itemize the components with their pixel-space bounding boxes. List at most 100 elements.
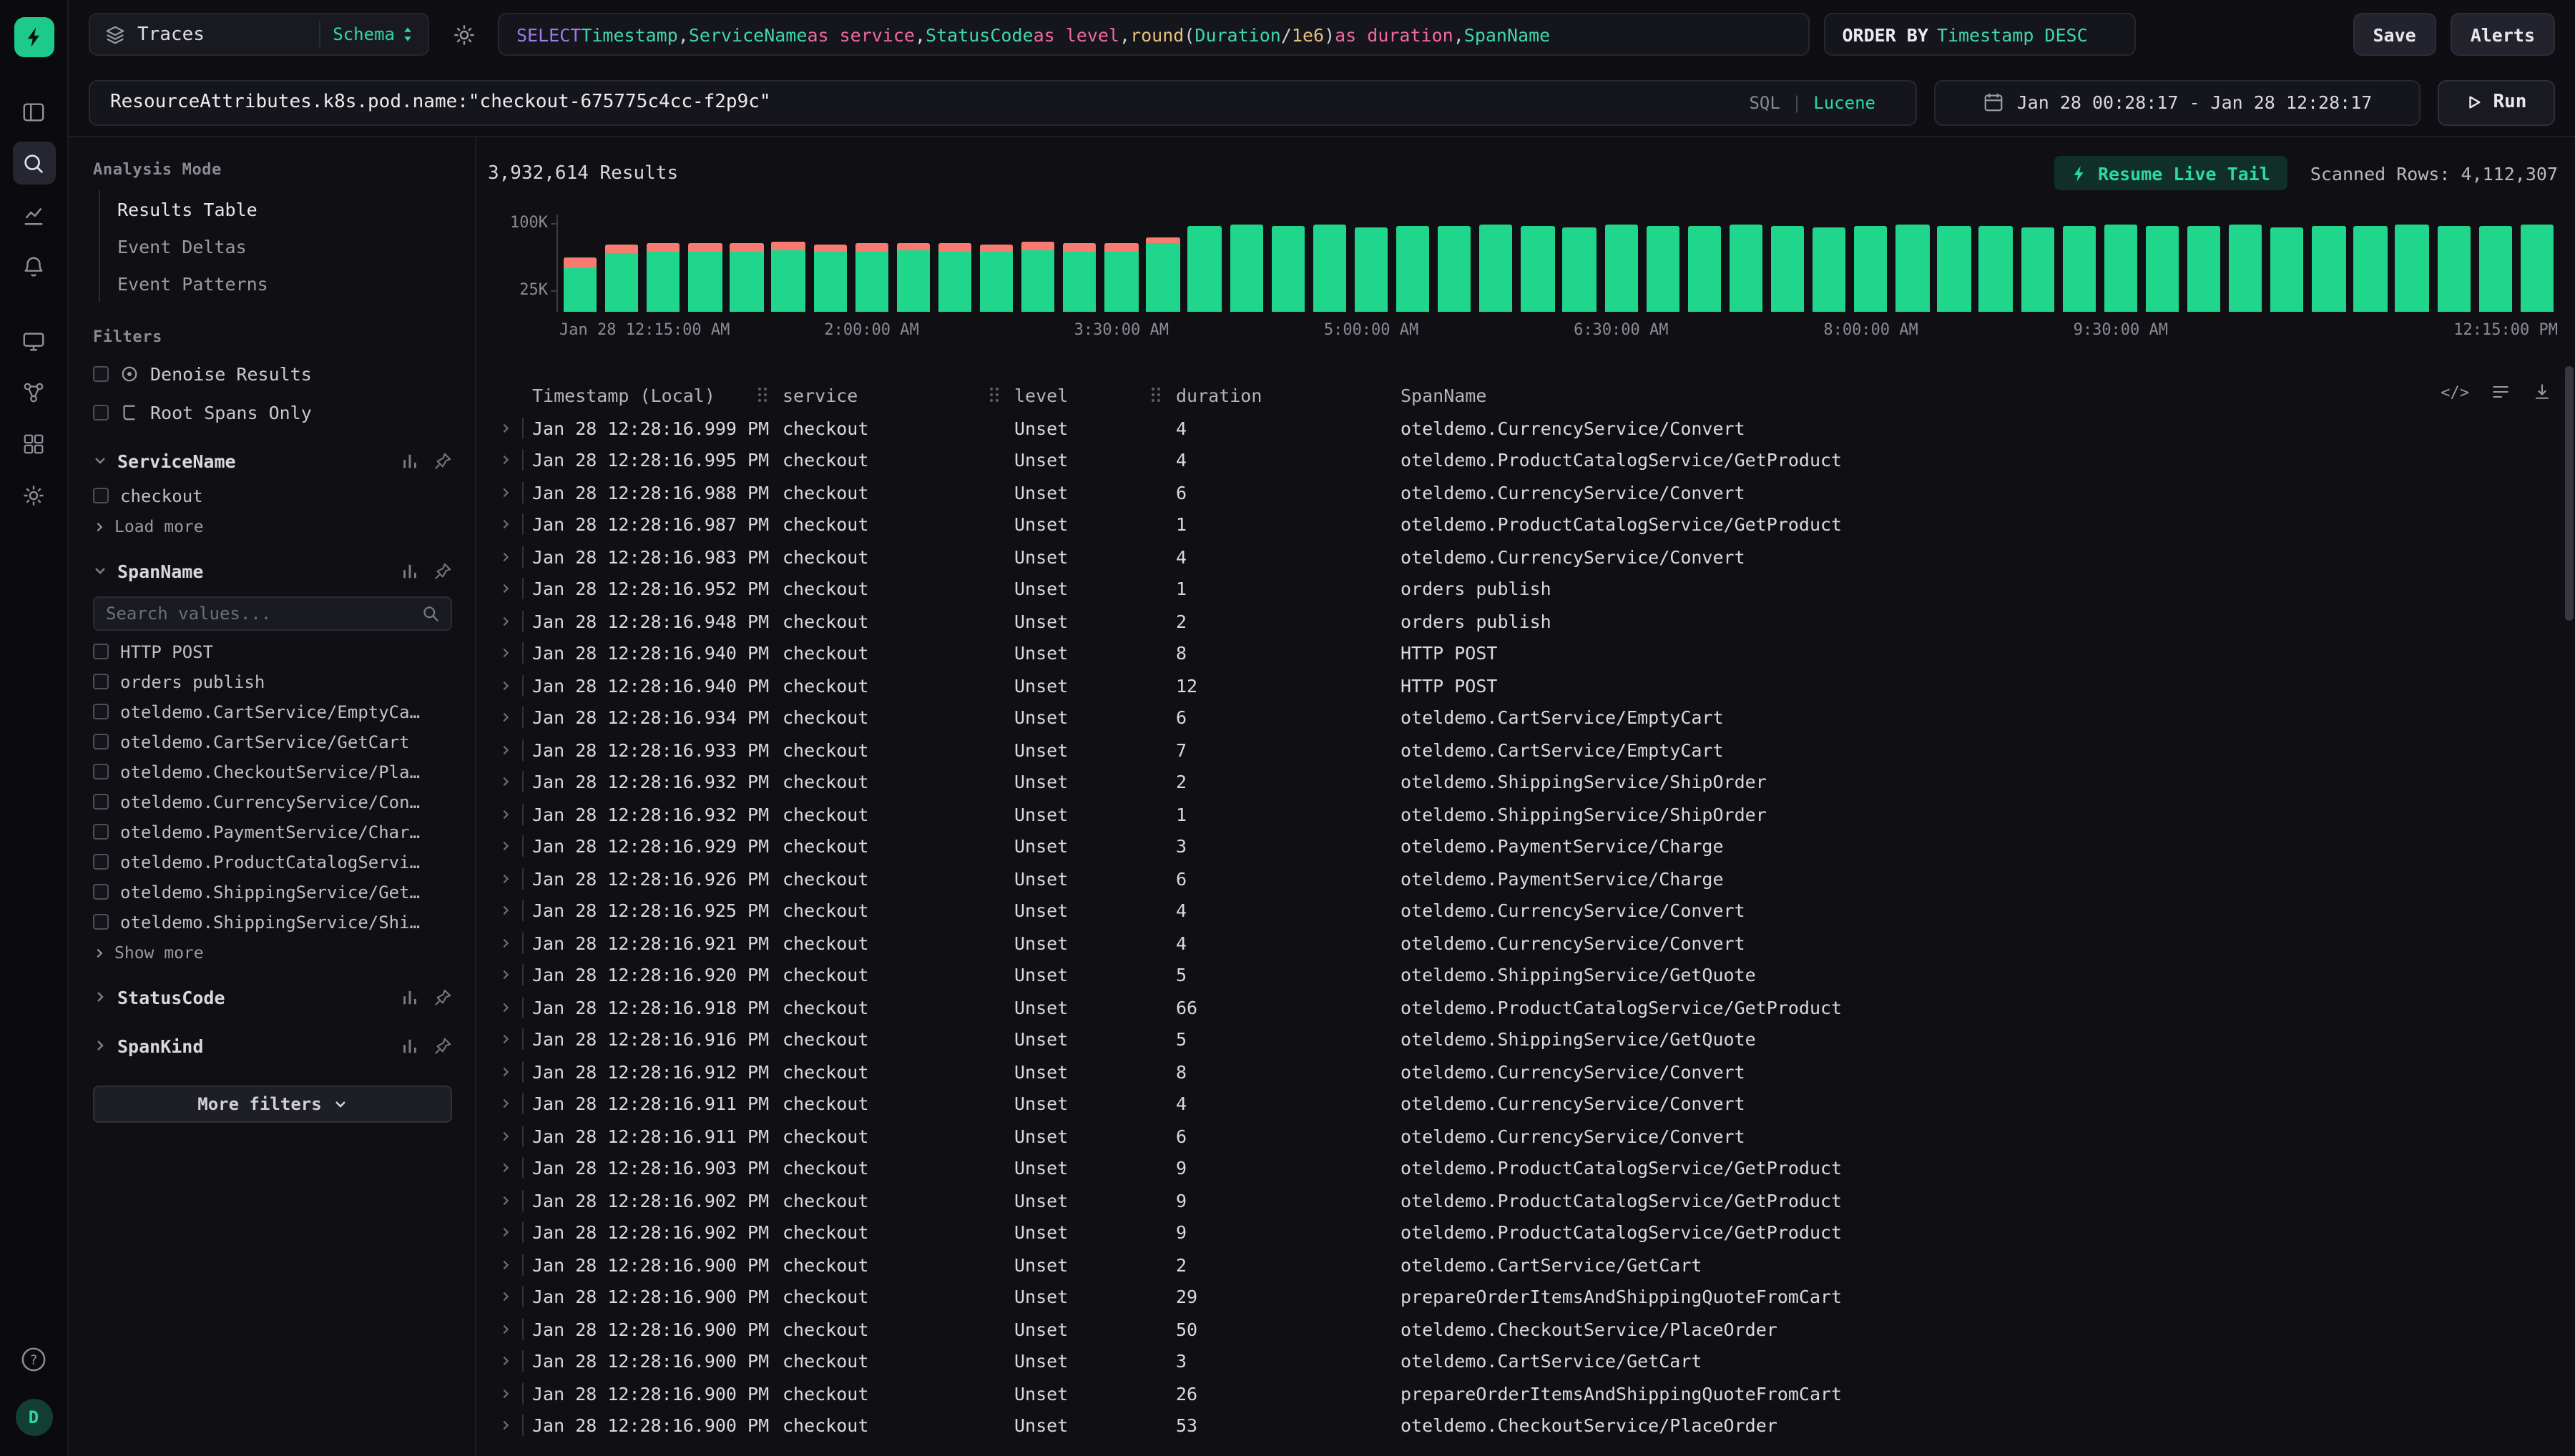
more-filters-button[interactable]: More filters xyxy=(93,1086,452,1123)
nav-services-icon[interactable] xyxy=(12,370,55,413)
user-avatar[interactable]: D xyxy=(15,1399,52,1436)
nav-chart-icon[interactable] xyxy=(12,193,55,236)
row-expand-icon[interactable] xyxy=(488,615,522,628)
facet-value[interactable]: checkout xyxy=(93,481,452,511)
histogram-bar[interactable] xyxy=(2478,227,2512,312)
checkbox[interactable] xyxy=(93,704,109,719)
facet-chart-icon[interactable] xyxy=(401,561,419,580)
row-expand-icon[interactable] xyxy=(488,1066,522,1078)
drag-handle-icon[interactable] xyxy=(990,388,993,390)
row-expand-icon[interactable] xyxy=(488,937,522,950)
column-header[interactable]: duration xyxy=(1170,384,1395,405)
run-button[interactable]: Run xyxy=(2438,79,2555,125)
scrollbar-thumb[interactable] xyxy=(2565,366,2574,621)
table-row[interactable]: Jan 28 12:28:16.900 PMcheckoutUnset53ote… xyxy=(488,1410,2569,1442)
row-expand-icon[interactable] xyxy=(488,969,522,982)
histogram-bar[interactable] xyxy=(1105,244,1139,312)
facet-value[interactable]: oteldemo.ShippingService/Get… xyxy=(93,877,452,907)
analysis-mode-event-patterns[interactable]: Event Patterns xyxy=(117,265,452,302)
row-expand-icon[interactable] xyxy=(488,1098,522,1111)
checkbox[interactable] xyxy=(93,674,109,689)
row-expand-icon[interactable] xyxy=(488,1194,522,1207)
column-header[interactable]: level xyxy=(1009,384,1170,405)
histogram-bar[interactable] xyxy=(2104,225,2138,313)
histogram-bar[interactable] xyxy=(1771,227,1805,312)
table-row[interactable]: Jan 28 12:28:16.999 PMcheckoutUnset4otel… xyxy=(488,412,2569,444)
histogram-bar[interactable] xyxy=(1646,227,1679,312)
facet-value[interactable]: oteldemo.CartService/GetCart xyxy=(93,727,452,757)
histogram-bar[interactable] xyxy=(1479,225,1513,313)
table-row[interactable]: Jan 28 12:28:16.983 PMcheckoutUnset4otel… xyxy=(488,541,2569,573)
facet-header[interactable]: ServiceName xyxy=(93,441,452,481)
table-row[interactable]: Jan 28 12:28:16.900 PMcheckoutUnset2otel… xyxy=(488,1249,2569,1281)
row-expand-icon[interactable] xyxy=(488,808,522,821)
table-row[interactable]: Jan 28 12:28:16.912 PMcheckoutUnset8otel… xyxy=(488,1056,2569,1088)
table-row[interactable]: Jan 28 12:28:16.911 PMcheckoutUnset6otel… xyxy=(488,1120,2569,1152)
row-expand-icon[interactable] xyxy=(488,776,522,789)
histogram-bar[interactable] xyxy=(1938,227,1971,312)
pin-icon[interactable] xyxy=(433,1036,452,1055)
download-icon[interactable] xyxy=(2532,382,2552,402)
row-expand-icon[interactable] xyxy=(488,872,522,885)
histogram-bar[interactable] xyxy=(1021,242,1055,312)
histogram-bar[interactable] xyxy=(564,257,597,312)
facet-value[interactable]: orders publish xyxy=(93,666,452,697)
alerts-button[interactable]: Alerts xyxy=(2451,13,2555,56)
facet-header[interactable]: SpanName xyxy=(93,551,452,591)
histogram-bar[interactable] xyxy=(1895,225,1929,313)
table-row[interactable]: Jan 28 12:28:16.948 PMcheckoutUnset2orde… xyxy=(488,605,2569,637)
table-row[interactable]: Jan 28 12:28:16.987 PMcheckoutUnset1otel… xyxy=(488,508,2569,541)
facet-header[interactable]: StatusCode xyxy=(93,977,452,1017)
facet-value[interactable]: oteldemo.CartService/EmptyCa… xyxy=(93,697,452,727)
histogram-bar[interactable] xyxy=(1563,227,1596,312)
table-row[interactable]: Jan 28 12:28:16.933 PMcheckoutUnset7otel… xyxy=(488,734,2569,766)
histogram-bar[interactable] xyxy=(2437,226,2471,312)
row-expand-icon[interactable] xyxy=(488,454,522,467)
table-row[interactable]: Jan 28 12:28:16.900 PMcheckoutUnset26pre… xyxy=(488,1377,2569,1410)
histogram-bar[interactable] xyxy=(1521,226,1555,312)
table-row[interactable]: Jan 28 12:28:16.920 PMcheckoutUnset5otel… xyxy=(488,959,2569,991)
quick-filter-denoise[interactable]: Denoise Results xyxy=(93,355,452,393)
facet-value[interactable]: HTTP POST xyxy=(93,636,452,666)
pin-icon[interactable] xyxy=(433,451,452,470)
show-more[interactable]: Show more xyxy=(93,937,452,968)
row-expand-icon[interactable] xyxy=(488,840,522,853)
histogram-bar[interactable] xyxy=(688,244,722,312)
table-row[interactable]: Jan 28 12:28:16.952 PMcheckoutUnset1orde… xyxy=(488,573,2569,605)
histogram-bar[interactable] xyxy=(605,245,639,312)
histogram-bar[interactable] xyxy=(2062,227,2096,312)
table-row[interactable]: Jan 28 12:28:16.925 PMcheckoutUnset4otel… xyxy=(488,895,2569,927)
table-row[interactable]: Jan 28 12:28:16.916 PMcheckoutUnset5otel… xyxy=(488,1023,2569,1056)
checkbox[interactable] xyxy=(93,366,109,382)
checkbox[interactable] xyxy=(93,794,109,810)
nav-sessions-icon[interactable] xyxy=(12,319,55,362)
row-expand-icon[interactable] xyxy=(488,518,522,531)
histogram-bar[interactable] xyxy=(1854,226,1888,312)
lang-lucene-toggle[interactable]: Lucene xyxy=(1813,92,1875,112)
table-row[interactable]: Jan 28 12:28:16.921 PMcheckoutUnset4otel… xyxy=(488,927,2569,959)
histogram-bar[interactable] xyxy=(938,242,972,312)
facet-value[interactable]: oteldemo.ShippingService/Shi… xyxy=(93,907,452,937)
row-expand-icon[interactable] xyxy=(488,1387,522,1400)
row-expand-icon[interactable] xyxy=(488,905,522,918)
row-expand-icon[interactable] xyxy=(488,1162,522,1175)
nav-dashboards-icon[interactable] xyxy=(12,422,55,465)
column-header[interactable]: Timestamp (Local) xyxy=(522,384,777,405)
row-expand-icon[interactable] xyxy=(488,647,522,660)
table-row[interactable]: Jan 28 12:28:16.903 PMcheckoutUnset9otel… xyxy=(488,1152,2569,1184)
histogram-bar[interactable] xyxy=(1188,227,1222,312)
row-expand-icon[interactable] xyxy=(488,1323,522,1336)
pin-icon[interactable] xyxy=(433,561,452,580)
row-expand-icon[interactable] xyxy=(488,1420,522,1432)
histogram-bar[interactable] xyxy=(1063,244,1097,312)
histogram-bar[interactable] xyxy=(1271,226,1305,312)
histogram-bar[interactable] xyxy=(730,244,764,312)
checkbox[interactable] xyxy=(93,824,109,840)
table-row[interactable]: Jan 28 12:28:16.932 PMcheckoutUnset1otel… xyxy=(488,798,2569,830)
nav-alerts-icon[interactable] xyxy=(12,245,55,287)
analysis-mode-results-table[interactable]: Results Table xyxy=(117,190,452,227)
wrap-lines-icon[interactable] xyxy=(2491,382,2511,402)
checkbox[interactable] xyxy=(93,644,109,659)
facet-chart-icon[interactable] xyxy=(401,1036,419,1055)
table-row[interactable]: Jan 28 12:28:16.988 PMcheckoutUnset6otel… xyxy=(488,476,2569,508)
